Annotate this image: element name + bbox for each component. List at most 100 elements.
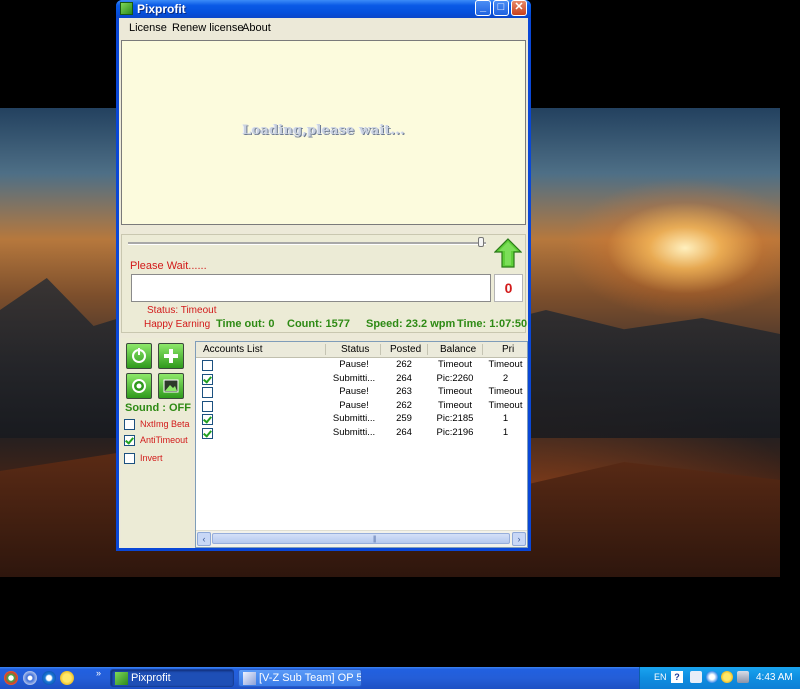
refresh-icon <box>132 379 146 393</box>
minimize-button[interactable]: _ <box>475 0 491 16</box>
invert-label: Invert <box>140 453 163 463</box>
cell-pri: 1 <box>502 426 509 438</box>
antitimeout-label: AntiTimeout <box>140 435 188 445</box>
table-row[interactable]: Submitti... 264 Pic:2196 1 <box>196 426 527 440</box>
accounts-list[interactable]: Accounts List Status Posted Balance Pri … <box>195 341 528 548</box>
cell-balance: Pic:2185 <box>436 413 474 424</box>
invert-checkbox[interactable] <box>124 453 135 464</box>
col-status[interactable]: Status <box>341 344 369 355</box>
nxtimg-beta-checkbox[interactable] <box>124 419 135 430</box>
image-button[interactable] <box>158 373 184 399</box>
messenger-icon[interactable] <box>60 671 74 685</box>
power-icon <box>132 348 146 363</box>
scroll-left-button[interactable]: ‹ <box>197 532 211 546</box>
image-icon <box>163 379 179 393</box>
taskbar: » Pixprofit [V-Z Sub Team] OP 5... EN ? … <box>0 667 800 689</box>
time-stat: Time: 1:07:50 <box>457 318 528 330</box>
volume-icon[interactable] <box>737 671 749 683</box>
cell-balance: Pic:2196 <box>436 426 474 438</box>
speed-stat: Speed: 23.2 wpm <box>366 318 456 330</box>
menu-renew-license[interactable]: Renew license <box>172 22 244 34</box>
account-checkbox[interactable] <box>202 360 213 371</box>
sound-toggle-label[interactable]: Sound : OFF <box>125 402 191 414</box>
account-checkbox[interactable] <box>202 387 213 398</box>
add-account-button[interactable] <box>158 343 184 369</box>
language-indicator[interactable]: EN <box>654 672 667 682</box>
up-arrow-icon[interactable] <box>494 238 522 268</box>
table-row[interactable]: Pause! 263 Timeout Timeout <box>196 386 527 399</box>
cell-balance: Timeout <box>438 399 472 411</box>
menu-about[interactable]: About <box>242 22 271 34</box>
col-balance[interactable]: Balance <box>440 344 476 355</box>
account-checkbox[interactable] <box>202 373 213 385</box>
window-title: Pixprofit <box>137 2 186 16</box>
taskbar-item-pixprofit[interactable]: Pixprofit <box>110 669 234 687</box>
col-pri[interactable]: Pri <box>502 344 514 355</box>
task-label: [V-Z Sub Team] OP 5... <box>259 672 362 684</box>
col-divider[interactable] <box>380 344 381 355</box>
refresh-button[interactable] <box>126 373 152 399</box>
help-icon[interactable]: ? <box>671 671 683 683</box>
accounts-list-header: Accounts List Status Posted Balance Pri <box>196 342 527 358</box>
chrome-icon[interactable] <box>4 671 18 685</box>
messenger-tray-icon[interactable] <box>721 671 733 683</box>
clock[interactable]: 4:43 AM <box>756 672 793 683</box>
account-checkbox[interactable] <box>202 414 213 425</box>
cell-balance: Timeout <box>438 386 472 397</box>
cell-pri: 2 <box>502 372 509 384</box>
counter-display: 0 <box>494 274 523 302</box>
captcha-input[interactable] <box>131 274 491 302</box>
close-button[interactable]: ✕ <box>511 0 527 16</box>
account-checkbox[interactable] <box>202 400 213 412</box>
cell-status: Pause! <box>339 359 369 370</box>
nxtimg-beta-label: NxtImg Beta <box>140 419 190 429</box>
cell-pri: 1 <box>502 413 509 424</box>
col-divider[interactable] <box>325 344 326 355</box>
cell-posted: 259 <box>396 413 412 424</box>
cell-posted: 264 <box>396 426 412 438</box>
cell-posted: 263 <box>396 386 412 397</box>
cell-balance: Timeout <box>438 359 472 370</box>
antitimeout-checkbox[interactable] <box>124 435 135 446</box>
cell-pri: Timeout <box>488 386 523 397</box>
scroll-thumb[interactable]: ||| <box>212 533 510 544</box>
browser-icon[interactable] <box>23 671 37 685</box>
scroll-right-button[interactable]: › <box>512 532 526 546</box>
menu-bar: License Renew license About <box>119 18 528 37</box>
account-checkbox[interactable] <box>202 427 213 439</box>
tool-panel: Sound : OFF NxtImg Beta AntiTimeout Inve… <box>121 338 191 548</box>
table-row[interactable]: Pause! 262 Timeout Timeout <box>196 359 527 372</box>
taskbar-item-vz-sub-team[interactable]: [V-Z Sub Team] OP 5... <box>238 669 362 687</box>
quicklaunch-more-icon[interactable]: » <box>96 668 101 678</box>
col-divider[interactable] <box>427 344 428 355</box>
col-accounts-list[interactable]: Accounts List <box>203 344 262 355</box>
internet-explorer-icon[interactable] <box>42 671 56 685</box>
horizontal-scrollbar[interactable]: ‹ ||| › <box>196 530 527 547</box>
pixprofit-window: Pixprofit _ □ ✕ License Renew license Ab… <box>116 0 531 551</box>
title-bar[interactable]: Pixprofit _ □ ✕ <box>116 0 531 18</box>
network-icon[interactable] <box>690 671 702 683</box>
app-icon <box>120 2 133 15</box>
window-client-area: License Renew license About Loading,plea… <box>119 18 528 548</box>
update-icon[interactable] <box>706 671 718 683</box>
cell-status: Pause! <box>339 399 369 411</box>
col-posted[interactable]: Posted <box>390 344 421 355</box>
progress-panel: Please Wait...... 0 Status: Timeout Happ… <box>121 234 528 333</box>
cell-pri: Timeout <box>488 359 523 370</box>
status-text: Status: Timeout <box>147 305 217 316</box>
cell-posted: 262 <box>396 359 412 370</box>
menu-license[interactable]: License <box>129 22 167 34</box>
speed-slider-thumb[interactable] <box>478 237 484 247</box>
loading-text: Loading,please wait... <box>242 123 405 138</box>
cell-status: Submitti... <box>332 426 376 438</box>
table-row[interactable]: Submitti... 264 Pic:2260 2 <box>196 372 527 386</box>
count-stat: Count: 1577 <box>287 318 350 330</box>
power-button[interactable] <box>126 343 152 369</box>
table-row[interactable]: Pause! 262 Timeout Timeout <box>196 399 527 413</box>
table-row[interactable]: Submitti... 259 Pic:2185 1 <box>196 413 527 426</box>
maximize-button[interactable]: □ <box>493 0 509 16</box>
image-view-panel: Loading,please wait... <box>121 40 526 225</box>
col-divider[interactable] <box>482 344 483 355</box>
speed-slider-track[interactable] <box>128 242 486 245</box>
cell-posted: 264 <box>396 372 412 384</box>
